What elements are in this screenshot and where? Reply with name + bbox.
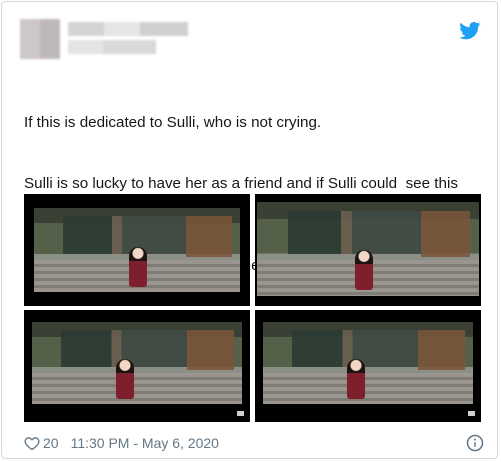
scene — [32, 322, 242, 404]
blurred-display-name[interactable] — [68, 22, 188, 36]
brick-wall — [187, 330, 234, 370]
tweet-media-grid — [24, 194, 481, 422]
tweet-header — [2, 2, 497, 62]
watermark-icon — [237, 411, 244, 416]
house — [288, 211, 422, 254]
media-image-3[interactable] — [24, 310, 250, 422]
media-image-2[interactable] — [255, 194, 481, 306]
like-count[interactable]: 20 — [43, 435, 59, 451]
tweet-line-1: If this is dedicated to Sulli, who is no… — [24, 113, 322, 131]
house — [62, 216, 187, 255]
stone-steps — [263, 372, 473, 404]
info-icon[interactable] — [466, 434, 484, 452]
brick-wall — [421, 211, 471, 257]
twitter-bird-icon[interactable] — [459, 22, 481, 40]
scene — [263, 322, 473, 404]
blurred-username[interactable] — [68, 40, 156, 54]
scene — [257, 202, 479, 296]
media-image-4[interactable] — [255, 310, 481, 422]
person — [116, 359, 134, 400]
heart-icon[interactable] — [24, 436, 40, 451]
stone-steps — [32, 372, 242, 404]
brick-wall — [186, 216, 232, 257]
person — [347, 359, 365, 400]
person — [354, 250, 373, 291]
media-image-1[interactable] — [24, 194, 250, 306]
scene — [34, 208, 240, 292]
brick-wall — [418, 330, 465, 370]
tweet-timestamp[interactable]: 11:30 PM - May 6, 2020 — [71, 435, 219, 451]
watermark-icon — [468, 411, 475, 416]
blurred-avatar[interactable] — [20, 19, 60, 59]
tweet-card: If this is dedicated to Sulli, who is no… — [1, 1, 498, 459]
tweet-footer: 20 11:30 PM - May 6, 2020 — [24, 433, 484, 453]
person — [128, 246, 147, 287]
